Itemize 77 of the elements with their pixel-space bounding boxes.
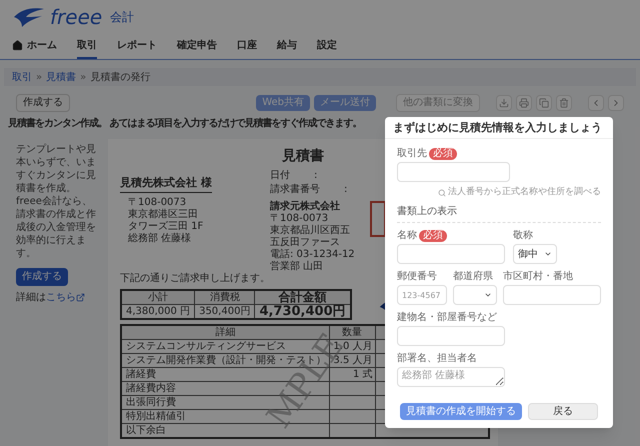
breadcrumb-item: 見積書の発行: [90, 70, 150, 84]
sidebar-create-button[interactable]: 作成する: [16, 268, 68, 286]
field-label: 敬称: [513, 229, 534, 242]
section-title: 書類上の表示: [397, 205, 601, 223]
honorific-select[interactable]: 御中: [513, 244, 557, 264]
nav-tab[interactable]: 給与: [277, 34, 297, 59]
breadcrumb-separator: »: [36, 70, 42, 84]
intro-text: 見積書をカンタン作成。 あてはまる項目を入力するだけで見積書をすぐ作成できます。: [8, 116, 362, 131]
meta-separator: :: [344, 183, 348, 197]
issuer-line: 東京都品川区西五: [270, 225, 351, 237]
details-link[interactable]: こちら: [46, 290, 76, 305]
postal-code-input[interactable]: 123-4567: [397, 285, 447, 305]
copy-icon[interactable]: [536, 95, 552, 111]
previous-icon[interactable]: [588, 95, 604, 111]
nav-tab[interactable]: 確定申告: [177, 34, 217, 59]
sidebar-text: テンプレートや見本いらずで、いますぐカンタンに見積書を作成。freee会計なら、請求書の作成と作成後の入金管理を効率的に行えます。: [16, 143, 97, 260]
document-title: 見積書: [282, 147, 324, 165]
city-input[interactable]: [503, 285, 601, 305]
external-link-icon: [76, 293, 85, 302]
search-icon: [438, 188, 446, 196]
field-label: 郵便番号: [397, 270, 438, 283]
breadcrumb-item[interactable]: 見積書: [46, 70, 76, 84]
details-label: 詳細は: [16, 290, 46, 305]
issuer-name: 請求元株式会社: [270, 201, 341, 213]
department-textarea[interactable]: 総務部 佐藤様: [397, 367, 505, 387]
recipient-address-line: 総務部 佐藤様: [128, 233, 192, 245]
table-cell: 1 式: [352, 369, 372, 380]
issuer-line: 電話: 03-1234-12: [270, 249, 356, 260]
breadcrumb-separator: »: [80, 70, 86, 84]
recipient-address-line: タワーズ三田 1F: [128, 221, 204, 232]
back-button[interactable]: 戻る: [528, 403, 598, 420]
logo-text: freee: [50, 4, 102, 31]
print-icon[interactable]: [516, 95, 532, 111]
next-icon[interactable]: [608, 95, 624, 111]
recipient-name: 見積先株式会社 様: [120, 175, 212, 192]
issuer-line: 〒108-0073: [270, 213, 330, 224]
meta-label: 日付: [270, 169, 290, 183]
chevron-down-icon: [484, 291, 492, 299]
trash-icon[interactable]: [556, 95, 572, 111]
table-header-cell: 合計金額: [254, 290, 351, 304]
start-button[interactable]: 見積書の作成を開始する: [400, 403, 522, 420]
meta-separator: :: [314, 169, 318, 183]
product-name: 会計: [110, 9, 134, 26]
prefecture-select[interactable]: [453, 285, 497, 305]
table-header-cell: 消費税: [194, 290, 255, 304]
lookup-link[interactable]: 法人番号から正式名称や住所を調べる: [448, 186, 601, 199]
field-label: 部署名、担当者名: [397, 352, 478, 365]
field-label: 都道府県: [453, 270, 494, 283]
download-icon[interactable]: [496, 95, 512, 111]
nav-tab[interactable]: 口座: [237, 34, 257, 59]
table-header-cell: 詳細: [121, 325, 329, 340]
nav-tab[interactable]: 設定: [317, 34, 337, 59]
required-badge: 必須: [429, 148, 457, 160]
chevron-down-icon: [544, 250, 552, 258]
field-label: 建物名・部屋番号など: [397, 311, 498, 324]
table-header-cell: 数量: [329, 325, 375, 340]
issuer-line: 営業部 山田: [270, 261, 324, 273]
create-button[interactable]: 作成する: [16, 94, 70, 112]
nav-tab[interactable]: ホーム: [12, 34, 57, 59]
partner-input[interactable]: [397, 162, 510, 182]
home-icon: [12, 40, 23, 51]
recipient-address-line: 〒108-0073: [128, 197, 188, 208]
field-label: 市区町村・番地: [503, 270, 574, 283]
recipient-address-line: 東京都港区三田: [128, 209, 199, 221]
nav-tab[interactable]: 取引: [77, 34, 97, 59]
field-label: 名称: [397, 229, 417, 242]
billing-message: 下記の通りご請求申し上げます。: [120, 273, 270, 285]
name-input[interactable]: [397, 244, 505, 264]
required-badge: 必須: [419, 230, 447, 242]
field-label: 取引先: [397, 147, 427, 160]
meta-label: 請求書番号: [270, 183, 320, 197]
issuer-line: 五反田ファース: [270, 237, 341, 248]
building-input[interactable]: [397, 326, 505, 346]
table-header-cell: 小計: [121, 290, 195, 304]
nav-tab[interactable]: レポート: [117, 34, 157, 59]
breadcrumb-item[interactable]: 取引: [12, 70, 32, 84]
dialog-title: まずはじめに見積先情報を入力しましょう: [385, 117, 613, 139]
